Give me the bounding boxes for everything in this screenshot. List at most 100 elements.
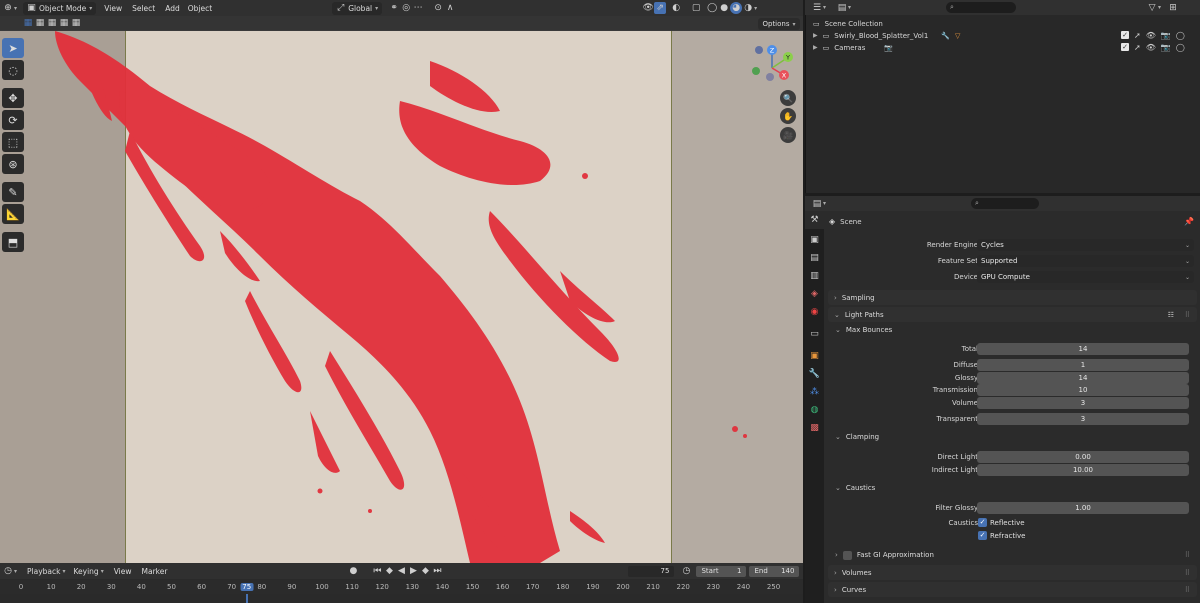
drag-handle-icon[interactable]: ⠿ <box>1185 551 1191 559</box>
navigation-gizmo[interactable]: Z Y X <box>748 40 796 88</box>
shading-solid-icon[interactable]: ● <box>718 2 730 14</box>
panel-curves[interactable]: › Curves ⠿ <box>828 582 1197 597</box>
volume-bounces-field[interactable]: 3 <box>977 397 1189 409</box>
orientation-dropdown[interactable]: ⤢ Global ▾ <box>332 1 383 15</box>
move-tool-button[interactable]: ✥ <box>2 88 24 108</box>
gizmo-toggle-icon[interactable]: ⇗ <box>654 2 667 14</box>
drag-handle-icon[interactable]: ⠿ <box>1185 569 1191 577</box>
refractive-checkbox[interactable]: ✓ Refractive <box>978 530 1025 541</box>
expand-arrow-icon[interactable]: ▶ <box>813 44 818 51</box>
rotate-tool-button[interactable]: ⟳ <box>2 110 24 130</box>
timeline-ruler[interactable]: 0 10 20 30 40 50 60 70 75 80 90 100 110 120 130 140 150 1… <box>0 580 803 594</box>
glossy-bounces-field[interactable]: 14 <box>977 372 1189 384</box>
pin-icon[interactable]: 📌 <box>1184 217 1194 226</box>
exclude-checkbox[interactable]: ✓ <box>1121 43 1129 51</box>
expand-arrow-icon[interactable]: ▶ <box>813 32 818 39</box>
menu-view[interactable]: View <box>104 4 122 13</box>
device-dropdown[interactable]: GPU Compute ⌄ <box>977 271 1194 283</box>
outliner-item[interactable]: ▶ ▭ Cameras 📷 <box>813 41 893 54</box>
select-tool-button[interactable]: ➤ <box>2 38 24 58</box>
display-mode-icon[interactable]: ▤ <box>836 2 848 14</box>
camera-render-icon[interactable]: 📷 <box>1161 43 1171 52</box>
panel-sampling[interactable]: › Sampling <box>828 290 1197 305</box>
tab-world[interactable]: ◉ <box>805 303 824 321</box>
play-icon[interactable]: ▶ <box>407 565 419 577</box>
reflective-checkbox[interactable]: ✓ Reflective <box>978 517 1025 528</box>
tab-particles[interactable]: ⁂ <box>805 383 824 401</box>
menu-add[interactable]: Add <box>165 4 180 13</box>
tab-scene[interactable]: ◈ <box>805 285 824 303</box>
render-engine-dropdown[interactable]: Cycles ⌄ <box>977 239 1194 251</box>
presets-icon[interactable]: ☷ <box>1168 311 1175 319</box>
measure-tool-button[interactable]: 📐 <box>2 204 24 224</box>
snap-icon[interactable]: ◎ <box>400 2 412 14</box>
selectable-icon[interactable]: ➚ <box>1134 43 1141 52</box>
fast-gi-checkbox[interactable] <box>842 550 852 560</box>
diffuse-bounces-field[interactable]: 1 <box>977 359 1189 371</box>
cursor-tool-button[interactable]: ◌ <box>2 60 24 80</box>
axis-gizmo-icon[interactable]: Z Y X <box>748 40 796 88</box>
start-frame-field[interactable]: Start 1 <box>696 565 747 577</box>
jump-start-icon[interactable]: ⏮ <box>371 565 383 577</box>
record-icon[interactable]: ● <box>347 565 359 577</box>
select-subtract-icon[interactable]: ▦ <box>46 17 58 29</box>
menu-keying[interactable]: Keying <box>74 567 99 576</box>
add-cube-tool-button[interactable]: ⬒ <box>2 232 24 252</box>
jump-end-icon[interactable]: ⏭ <box>431 565 443 577</box>
subpanel-max-bounces[interactable]: ⌄ Max Bounces <box>835 323 1197 337</box>
tab-view-layer[interactable]: ▥ <box>805 267 824 285</box>
tab-texture[interactable]: ▩ <box>805 419 824 437</box>
editor-type-icon[interactable]: ▤ <box>811 198 823 210</box>
transparent-bounces-field[interactable]: 3 <box>977 413 1189 425</box>
holdout-icon[interactable]: ◯ <box>1176 43 1185 52</box>
pan-button[interactable]: ✋ <box>780 108 796 124</box>
holdout-icon[interactable]: ◯ <box>1176 31 1185 40</box>
annotate-tool-button[interactable]: ✎ <box>2 182 24 202</box>
shading-wireframe-icon[interactable]: ◯ <box>706 2 718 14</box>
select-intersect-icon[interactable]: ▦ <box>70 17 82 29</box>
new-collection-icon[interactable]: ⊞ <box>1167 2 1179 14</box>
editor-type-icon[interactable]: ◷ <box>2 565 14 577</box>
menu-object[interactable]: Object <box>188 4 212 13</box>
subpanel-clamping[interactable]: ⌄ Clamping <box>835 430 1197 444</box>
menu-playback[interactable]: Playback <box>27 567 60 576</box>
eye-icon[interactable]: 👁 <box>1146 43 1156 52</box>
tab-collection[interactable]: ▭ <box>805 325 824 343</box>
pivot-icon[interactable]: ⚭ <box>388 2 400 14</box>
mode-dropdown[interactable]: ▣ Object Mode ▾ <box>23 1 97 15</box>
tab-render[interactable]: ▣ <box>805 231 824 249</box>
overlays-icon[interactable]: ◐ <box>670 2 682 14</box>
total-bounces-field[interactable]: 14 <box>977 343 1189 355</box>
menu-select[interactable]: Select <box>132 4 155 13</box>
3d-viewport[interactable]: ⊕ ▾ ▣ Object Mode ▾ View Select Add Obje… <box>0 0 803 563</box>
camera-view-button[interactable]: 🎥 <box>780 127 796 143</box>
clock-icon[interactable]: ◷ <box>680 565 692 577</box>
eye-icon[interactable]: 👁 <box>1146 31 1156 40</box>
prev-keyframe-icon[interactable]: ◆ <box>383 565 395 577</box>
tab-physics[interactable]: ◍ <box>805 401 824 419</box>
tab-output[interactable]: ▤ <box>805 249 824 267</box>
properties-search-input[interactable]: ⌕ <box>971 198 1040 209</box>
select-extend-icon[interactable]: ▦ <box>34 17 46 29</box>
current-frame-field[interactable]: 75 <box>628 565 675 577</box>
shading-rendered-icon[interactable]: ◑ <box>742 2 754 14</box>
falloff-icon[interactable]: ∧ <box>444 2 456 14</box>
drag-handle-icon[interactable]: ⠿ <box>1185 586 1191 594</box>
subpanel-fast-gi[interactable]: › Fast GI Approximation ⠿ <box>835 548 1197 562</box>
menu-marker[interactable]: Marker <box>142 567 168 576</box>
next-keyframe-icon[interactable]: ◆ <box>419 565 431 577</box>
visibility-icon[interactable]: 👁 <box>642 2 654 14</box>
scale-tool-button[interactable]: ⬚ <box>2 132 24 152</box>
menu-view[interactable]: View <box>114 567 132 576</box>
transform-tool-button[interactable]: ⊛ <box>2 154 24 174</box>
subpanel-caustics[interactable]: ⌄ Caustics <box>835 481 1197 495</box>
outliner-search-input[interactable]: ⌕ <box>946 2 1017 13</box>
editor-type-icon[interactable]: ☰ <box>811 2 823 14</box>
snap-target-icon[interactable]: ⋯ <box>412 2 424 14</box>
select-box-icon[interactable]: ▦ <box>22 17 34 29</box>
xray-icon[interactable]: ▢ <box>690 2 702 14</box>
indirect-light-field[interactable]: 10.00 <box>977 464 1189 476</box>
chevron-down-icon[interactable]: ▾ <box>754 5 757 12</box>
direct-light-field[interactable]: 0.00 <box>977 451 1189 463</box>
exclude-checkbox[interactable]: ✓ <box>1121 31 1129 39</box>
